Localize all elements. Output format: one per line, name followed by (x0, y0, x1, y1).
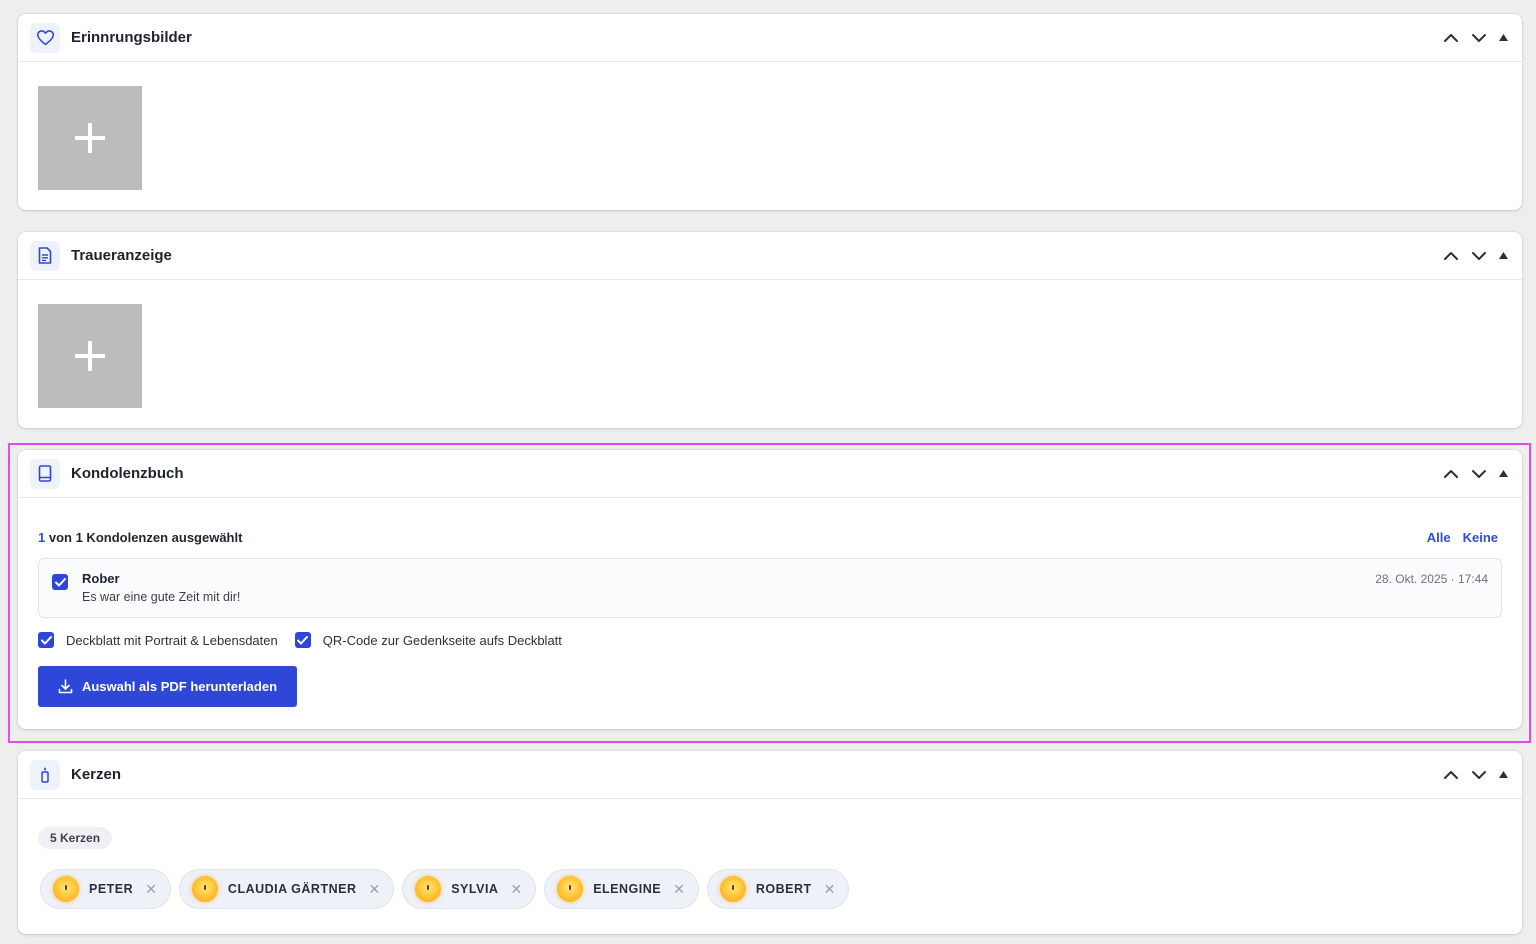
move-up-button[interactable] (1440, 245, 1462, 267)
candle-icon (30, 759, 60, 790)
remove-candle-icon[interactable]: ✕ (368, 882, 380, 896)
select-all-link[interactable]: Alle (1427, 530, 1451, 545)
collapse-button[interactable] (1496, 27, 1510, 49)
option-checkbox[interactable] (294, 632, 311, 648)
candle-chip[interactable]: PETER ✕ (40, 869, 171, 909)
collapse-button[interactable] (1496, 764, 1510, 786)
remove-candle-icon[interactable]: ✕ (824, 882, 836, 896)
download-pdf-button[interactable]: Auswahl als PDF herunterladen (38, 666, 297, 707)
panel-controls (1440, 764, 1510, 786)
panel-controls (1440, 27, 1510, 49)
remove-candle-icon[interactable]: ✕ (673, 882, 685, 896)
entry-checkbox[interactable] (52, 574, 68, 590)
plus-icon (75, 123, 105, 153)
chevron-down-icon (1472, 33, 1486, 42)
checkmark-icon (40, 635, 52, 644)
plus-icon (75, 341, 105, 371)
chevron-up-icon (1444, 251, 1458, 260)
panel-controls (1440, 245, 1510, 267)
document-icon (30, 240, 60, 271)
checkmark-icon (54, 577, 66, 586)
panel-title: Kondolenzbuch (71, 465, 184, 482)
panel-controls (1440, 463, 1510, 485)
condolence-entry[interactable]: Rober Es war eine gute Zeit mit dir! 28.… (38, 558, 1502, 618)
add-image-button[interactable] (38, 86, 142, 190)
heart-icon (30, 22, 60, 53)
candle-flame-icon (53, 876, 79, 902)
panel-header: Traueranzeige (18, 232, 1522, 280)
chevron-down-icon (1472, 770, 1486, 779)
chevron-up-icon (1444, 770, 1458, 779)
panel-obituary: Traueranzeige (18, 232, 1522, 428)
chevron-up-icon (1444, 33, 1458, 42)
candle-flame-icon (557, 876, 584, 902)
candle-list: PETER ✕ CLAUDIA GÄRTNER ✕ SYLVIA ✕ ELENG… (38, 869, 1502, 909)
pdf-options: Deckblatt mit Portrait & Lebensdaten QR-… (38, 632, 1502, 648)
move-down-button[interactable] (1468, 245, 1490, 267)
remove-candle-icon[interactable]: ✕ (510, 882, 522, 896)
candle-flame-icon (719, 876, 746, 902)
download-icon (58, 679, 73, 694)
move-down-button[interactable] (1468, 27, 1490, 49)
collapse-button[interactable] (1496, 245, 1510, 267)
entry-date: 28. Okt. 2025 · 17:44 (1375, 572, 1488, 586)
panel-title: Erinnrungsbilder (71, 29, 192, 46)
move-up-button[interactable] (1440, 764, 1462, 786)
triangle-up-icon (1498, 252, 1508, 259)
add-obituary-button[interactable] (38, 304, 142, 408)
option-qr-code[interactable]: QR-Code zur Gedenkseite aufs Deckblatt (294, 632, 562, 648)
move-up-button[interactable] (1440, 27, 1462, 49)
chevron-down-icon (1472, 469, 1486, 478)
move-down-button[interactable] (1468, 764, 1490, 786)
panel-header: Kondolenzbuch (18, 450, 1522, 498)
select-none-link[interactable]: Keine (1463, 530, 1498, 545)
candle-chip[interactable]: SYLVIA ✕ (402, 869, 537, 909)
chevron-down-icon (1472, 251, 1486, 260)
triangle-up-icon (1498, 34, 1508, 41)
candle-flame-icon (191, 876, 218, 902)
checkmark-icon (297, 635, 309, 644)
panel-title: Kerzen (71, 766, 122, 783)
remove-candle-icon[interactable]: ✕ (145, 882, 157, 896)
selection-count: 1 von 1 Kondolenzen ausgewählt (38, 530, 243, 545)
option-cover-portrait[interactable]: Deckblatt mit Portrait & Lebensdaten (38, 632, 278, 648)
candle-count-badge: 5 Kerzen (38, 827, 113, 849)
selection-summary: 1 von 1 Kondolenzen ausgewählt Alle Kein… (38, 530, 1502, 545)
panel-condolences: Kondolenzbuch 1 von 1 Kondolenzen ausgew… (18, 450, 1522, 729)
option-checkbox[interactable] (38, 632, 54, 648)
move-down-button[interactable] (1468, 463, 1490, 485)
candle-flame-icon (415, 876, 442, 902)
entry-author: Rober (82, 571, 120, 586)
entry-message: Es war eine gute Zeit mit dir! (82, 590, 241, 604)
panel-header: Kerzen (18, 751, 1522, 799)
panel-candles: Kerzen 5 Kerzen PETER ✕ CLAUDIA GÄRTNER (18, 751, 1522, 934)
candle-chip[interactable]: ROBERT ✕ (706, 869, 850, 909)
collapse-button[interactable] (1496, 463, 1510, 485)
triangle-up-icon (1498, 470, 1508, 477)
triangle-up-icon (1498, 771, 1508, 778)
candle-chip[interactable]: ELENGINE ✕ (544, 869, 699, 909)
panel-title: Traueranzeige (71, 247, 172, 264)
chevron-up-icon (1444, 469, 1458, 478)
book-icon (30, 458, 60, 489)
panel-memories: Erinnrungsbilder (18, 14, 1522, 210)
panel-header: Erinnrungsbilder (18, 14, 1522, 62)
candle-chip[interactable]: CLAUDIA GÄRTNER ✕ (178, 869, 395, 909)
move-up-button[interactable] (1440, 463, 1462, 485)
